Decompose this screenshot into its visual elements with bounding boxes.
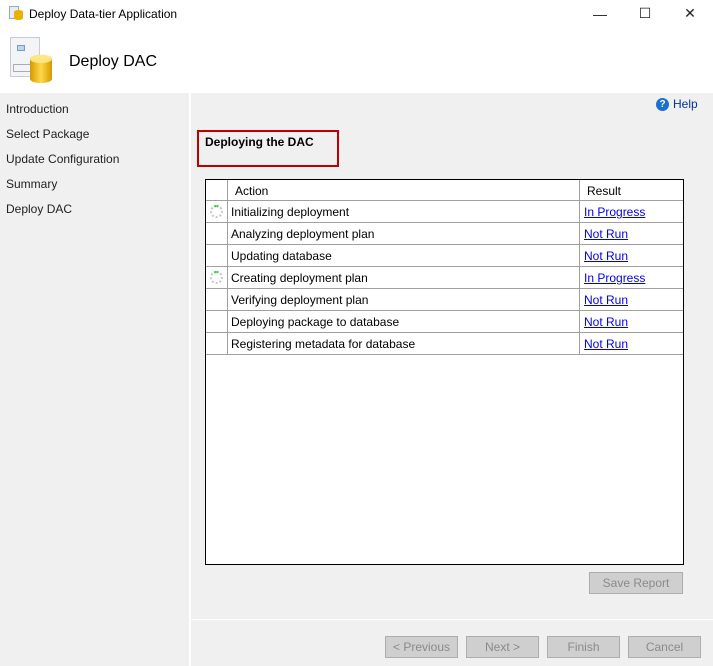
previous-button[interactable]: < Previous — [385, 636, 458, 658]
minimize-button[interactable]: — — [577, 0, 623, 27]
nav-select-package[interactable]: Select Package — [6, 127, 89, 141]
app-icon — [9, 6, 23, 20]
maximize-button[interactable]: ☐ — [622, 0, 668, 27]
status-cell — [206, 201, 228, 222]
finish-button[interactable]: Finish — [547, 636, 620, 658]
nav-update-configuration[interactable]: Update Configuration — [6, 152, 119, 166]
action-cell: Analyzing deployment plan — [229, 223, 580, 244]
nav-introduction[interactable]: Introduction — [6, 102, 69, 116]
result-link[interactable]: Not Run — [581, 223, 631, 244]
table-row: Updating database Not Run — [206, 245, 683, 267]
section-heading: Deploying the DAC — [205, 135, 314, 149]
save-report-button[interactable]: Save Report — [589, 572, 683, 594]
deployment-progress-table: Action Result Initializing deployment In… — [205, 179, 684, 565]
status-cell — [206, 311, 228, 332]
status-cell — [206, 333, 228, 354]
result-link[interactable]: Not Run — [581, 333, 631, 354]
wizard-header: Deploy DAC — [0, 27, 713, 93]
table-row: Deploying package to database Not Run — [206, 311, 683, 333]
nav-summary[interactable]: Summary — [6, 177, 57, 191]
cancel-button[interactable]: Cancel — [628, 636, 701, 658]
action-cell: Registering metadata for database — [229, 333, 580, 354]
title-bar: Deploy Data-tier Application — ☐ ✕ — [0, 0, 713, 27]
close-button[interactable]: ✕ — [667, 0, 713, 27]
result-link[interactable]: In Progress — [581, 267, 648, 288]
status-cell — [206, 223, 228, 244]
window-title: Deploy Data-tier Application — [29, 7, 178, 21]
result-link[interactable]: Not Run — [581, 311, 631, 332]
table-row: Initializing deployment In Progress — [206, 201, 683, 223]
table-row: Creating deployment plan In Progress — [206, 267, 683, 289]
status-cell — [206, 267, 228, 288]
progress-spinner-icon — [210, 205, 223, 218]
action-cell: Initializing deployment — [229, 201, 580, 222]
next-button[interactable]: Next > — [466, 636, 539, 658]
action-cell: Verifying deployment plan — [229, 289, 580, 310]
help-label: Help — [673, 97, 698, 111]
action-cell: Deploying package to database — [229, 311, 580, 332]
footer-divider — [191, 619, 713, 620]
nav-deploy-dac[interactable]: Deploy DAC — [6, 202, 72, 216]
help-link[interactable]: ? Help — [656, 97, 698, 111]
column-header-action: Action — [229, 180, 580, 200]
result-link[interactable]: Not Run — [581, 289, 631, 310]
action-cell: Creating deployment plan — [229, 267, 580, 288]
table-row: Registering metadata for database Not Ru… — [206, 333, 683, 355]
action-cell: Updating database — [229, 245, 580, 266]
status-cell — [206, 289, 228, 310]
dac-database-icon — [10, 37, 54, 83]
page-title: Deploy DAC — [69, 53, 158, 70]
result-link[interactable]: Not Run — [581, 245, 631, 266]
wizard-nav: Introduction Select Package Update Confi… — [0, 93, 189, 666]
table-row: Verifying deployment plan Not Run — [206, 289, 683, 311]
nav-divider — [189, 93, 191, 666]
progress-spinner-icon — [210, 271, 223, 284]
column-header-result: Result — [587, 184, 622, 198]
status-cell — [206, 245, 228, 266]
table-row: Analyzing deployment plan Not Run — [206, 223, 683, 245]
help-icon: ? — [656, 97, 669, 111]
result-link[interactable]: In Progress — [581, 201, 648, 222]
table-header: Action Result — [206, 180, 683, 201]
